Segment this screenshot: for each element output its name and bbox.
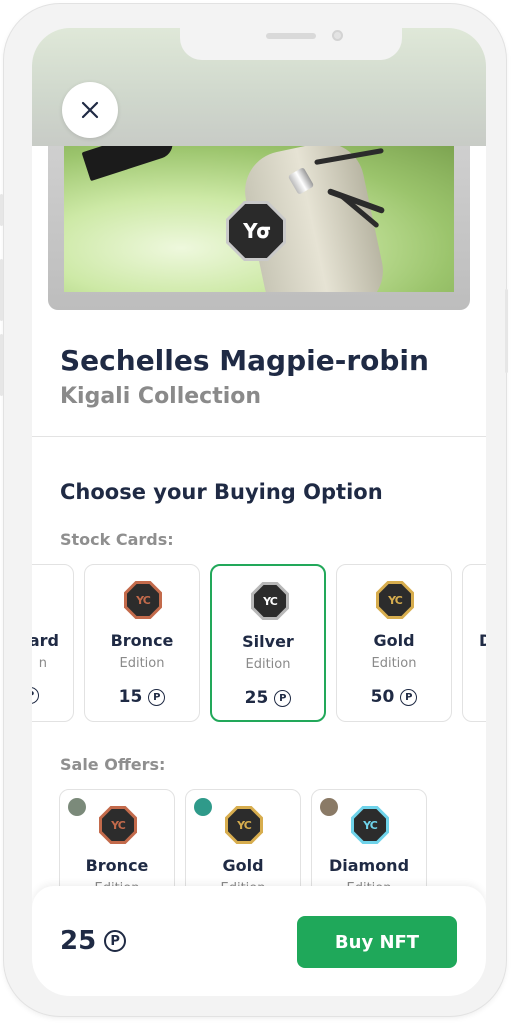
- seller-avatar: [68, 798, 86, 816]
- coin-icon: P: [400, 688, 418, 706]
- phone-volume-down: [0, 334, 3, 396]
- buying-option-heading: Choose your Buying Option: [60, 480, 383, 504]
- stock_cards-card[interactable]: YCDP: [462, 564, 486, 722]
- phone-frame: Y𝛔 Sechelles Magpie-robin Kigali Collect…: [0, 4, 508, 1016]
- total-price: 25 P: [60, 926, 127, 956]
- card-price: 15 P: [85, 687, 199, 707]
- card-name: Gold: [373, 631, 415, 650]
- camera: [332, 30, 343, 41]
- card-name: Silver: [242, 632, 294, 651]
- edition-badge-icon: YC: [251, 582, 289, 620]
- edition-badge-icon: YC: [351, 806, 389, 844]
- card-price-value: 50: [370, 687, 395, 707]
- card-price-value: 15: [118, 687, 143, 707]
- card-edition: Edition: [119, 656, 165, 671]
- app-screen: Y𝛔 Sechelles Magpie-robin Kigali Collect…: [32, 28, 486, 996]
- bottom-bar: 25 P Buy NFT: [32, 886, 486, 996]
- card-name: Diamond: [328, 856, 410, 875]
- coin-icon: P: [148, 688, 166, 706]
- brand-logo-badge: Y𝛔: [226, 201, 286, 261]
- bird-tail: [81, 146, 177, 182]
- card-name: D: [463, 631, 486, 650]
- card-price-value: 25: [244, 688, 269, 708]
- collection-name: Kigali Collection: [60, 384, 262, 409]
- phone-volume-up: [0, 259, 3, 321]
- phone-notch: [180, 28, 402, 60]
- stock_cards-card[interactable]: YC Gold Edition 50 P: [336, 564, 452, 722]
- stock_cards-card[interactable]: YCardnP: [32, 564, 74, 722]
- seller-avatar: [320, 798, 338, 816]
- card-price: 50 P: [337, 687, 451, 707]
- phone-power-button: [505, 289, 508, 373]
- edition-badge-icon: YC: [225, 806, 263, 844]
- nft-title: Sechelles Magpie-robin: [60, 344, 429, 377]
- stock_cards-card[interactable]: YC Bronce Edition 15 P: [84, 564, 200, 722]
- card-price: P: [32, 687, 73, 704]
- card-price: 25 P: [212, 688, 324, 708]
- speaker: [266, 33, 316, 39]
- coin-icon: P: [274, 689, 292, 707]
- total-amount: 25: [60, 926, 97, 956]
- card-edition: Edition: [245, 657, 291, 672]
- card-name: ard: [32, 631, 59, 650]
- close-icon: [81, 101, 99, 119]
- seller-avatar: [194, 798, 212, 816]
- stock_cards-card[interactable]: YC Silver Edition 25 P: [210, 564, 326, 722]
- card-edition: Edition: [371, 656, 417, 671]
- card-name: Bronce: [85, 856, 149, 875]
- divider: [32, 436, 486, 437]
- close-button[interactable]: [62, 82, 118, 138]
- coin-icon: P: [32, 687, 39, 704]
- edition-badge-icon: YC: [376, 581, 414, 619]
- edition-badge-icon: YC: [124, 581, 162, 619]
- buy-nft-button[interactable]: Buy NFT: [297, 916, 457, 968]
- edition-badge-icon: YC: [99, 806, 137, 844]
- card-name: Bronce: [110, 631, 174, 650]
- stock-cards-label: Stock Cards:: [60, 530, 174, 549]
- sale-offers-label: Sale Offers:: [60, 755, 166, 774]
- card-name: Gold: [222, 856, 264, 875]
- phone-side-button: [0, 194, 3, 226]
- card-edition: n: [38, 656, 47, 671]
- coin-icon: P: [104, 930, 127, 952]
